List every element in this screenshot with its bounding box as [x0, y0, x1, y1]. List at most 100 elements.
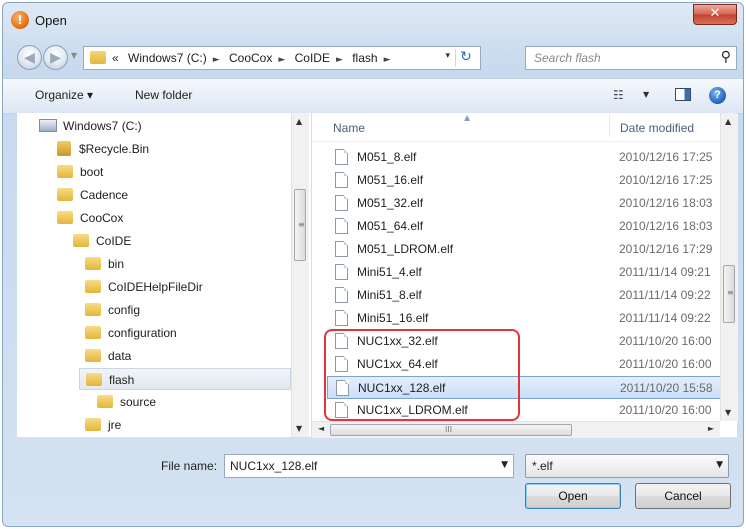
file-row[interactable]: M051_32.elf 2010/12/16 18:03 [327, 192, 722, 215]
tree-item-configuration[interactable]: configuration [85, 322, 177, 344]
tree-item-cadence[interactable]: Cadence [57, 184, 128, 206]
file-row[interactable]: Mini51_4.elf 2011/11/14 09:21 [327, 261, 722, 284]
column-header-name[interactable]: Name [333, 121, 365, 135]
file-name: M051_32.elf [357, 196, 424, 210]
file-row[interactable]: M051_8.elf 2010/12/16 17:25 [327, 146, 722, 169]
tree-item-jre[interactable]: jre [85, 414, 121, 436]
tree-item-source[interactable]: source [97, 391, 156, 413]
file-name: NUC1xx_128.elf [358, 381, 446, 395]
breadcrumb: « Windows7 (C:) ► CooCox ► CoIDE ► flash ► [112, 51, 397, 65]
preview-pane-icon[interactable] [675, 88, 691, 101]
file-row[interactable]: Mini51_16.elf 2011/11/14 09:22 [327, 307, 722, 330]
refresh-icon[interactable]: ↻ [455, 49, 476, 67]
file-name: M051_16.elf [357, 173, 424, 187]
file-icon [335, 264, 348, 280]
file-name-value[interactable]: NUC1xx_128.elf [230, 459, 317, 473]
folder-icon [85, 349, 101, 363]
scroll-down-icon[interactable]: ▼ [725, 408, 731, 417]
tree-item-coide[interactable]: CoIDE [73, 230, 131, 252]
recycle-bin-icon [57, 141, 71, 157]
file-name: Mini51_16.elf [357, 311, 429, 325]
scroll-right-icon[interactable]: ► [708, 424, 714, 433]
scrollbar-thumb[interactable]: III [330, 424, 572, 436]
tree-item-coidehelpfiledir[interactable]: CoIDEHelpFileDir [85, 276, 203, 298]
breadcrumb-item-flash[interactable]: flash [352, 51, 377, 65]
file-list-horizontal-scrollbar[interactable]: ◄ III ► [312, 421, 720, 438]
open-button[interactable]: Open [525, 483, 621, 509]
tree-item-boot[interactable]: boot [57, 161, 103, 183]
file-date: 2010/12/16 18:03 [619, 196, 713, 210]
tree-item-config[interactable]: config [85, 299, 140, 321]
file-list-vertical-scrollbar[interactable]: ▲ ≡ ▼ [720, 113, 738, 421]
address-bar[interactable]: « Windows7 (C:) ► CooCox ► CoIDE ► flash ► ▾… [83, 46, 481, 70]
file-row[interactable]: NUC1xx_LDROM.elf 2011/10/20 16:00 [327, 399, 722, 422]
file-date: 2011/11/14 09:22 [619, 311, 711, 325]
breadcrumb-item-windows7[interactable]: Windows7 (C:) [128, 51, 207, 65]
new-folder-button[interactable]: New folder [135, 88, 192, 102]
close-button[interactable]: ✕ [693, 4, 737, 25]
file-icon [335, 149, 348, 165]
recent-locations-dropdown[interactable]: ▼ [71, 51, 77, 60]
tree-item-label: data [108, 349, 132, 363]
file-name: NUC1xx_32.elf [357, 334, 438, 348]
file-type-select[interactable]: *.elf ▼ [525, 454, 729, 478]
file-icon [335, 402, 348, 418]
breadcrumb-item-coocox[interactable]: CooCox [229, 51, 272, 65]
tree-vertical-scrollbar[interactable]: ▲ ≡ ▼ [291, 113, 309, 437]
breadcrumb-item-coide[interactable]: CoIDE [295, 51, 330, 65]
column-divider[interactable] [609, 115, 610, 137]
file-icon [335, 172, 348, 188]
search-icon[interactable]: ⚲ [721, 49, 731, 65]
cancel-button[interactable]: Cancel [635, 483, 731, 509]
scrollbar-thumb[interactable]: ≡ [294, 189, 306, 261]
scroll-down-icon[interactable]: ▼ [296, 424, 302, 433]
view-dropdown-icon[interactable]: ▼ [643, 90, 649, 99]
file-row[interactable]: M051_64.elf 2010/12/16 18:03 [327, 215, 722, 238]
file-name-input[interactable]: NUC1xx_128.elf ▼ [224, 454, 514, 478]
navigation-pane: Windows7 (C:) $Recycle.Bin boot Cadence … [17, 113, 312, 437]
help-icon[interactable]: ? [709, 87, 726, 104]
scrollbar-thumb[interactable]: ≡ [723, 265, 735, 323]
grip-icon: III [445, 425, 453, 434]
address-dropdown-icon[interactable]: ▾ [445, 51, 450, 61]
file-name-label: File name: [161, 459, 218, 473]
scroll-up-icon[interactable]: ▲ [296, 117, 302, 126]
tree-item-coocox[interactable]: CooCox [57, 207, 123, 229]
file-list: ▲ Name Date modified M051_8.elf 2010/12/1… [312, 113, 738, 438]
breadcrumb-separator-icon[interactable]: ► [278, 55, 285, 65]
organize-button[interactable]: Organize ▾ [35, 88, 93, 102]
file-row[interactable]: Mini51_8.elf 2011/11/14 09:22 [327, 284, 722, 307]
folder-icon [85, 280, 101, 294]
tree-item-data[interactable]: data [85, 345, 131, 367]
file-date: 2011/10/20 15:58 [620, 381, 713, 395]
chevron-down-icon[interactable]: ▼ [501, 460, 508, 470]
file-row[interactable]: M051_16.elf 2010/12/16 17:25 [327, 169, 722, 192]
search-box[interactable]: Search flash ⚲ [525, 46, 737, 70]
file-date: 2011/10/20 16:00 [619, 403, 712, 417]
file-row-selected[interactable]: NUC1xx_128.elf 2011/10/20 15:58 [327, 376, 722, 399]
breadcrumb-overflow-icon[interactable]: « [112, 51, 119, 65]
breadcrumb-separator-icon[interactable]: ► [384, 55, 391, 65]
tree-item-flash[interactable]: flash [79, 368, 291, 390]
back-button[interactable]: ◀ [17, 45, 42, 70]
tree-item-label: Windows7 (C:) [63, 119, 142, 133]
scroll-left-icon[interactable]: ◄ [318, 424, 324, 433]
tree-item-recycle-bin[interactable]: $Recycle.Bin [57, 138, 149, 160]
file-row[interactable]: NUC1xx_64.elf 2011/10/20 16:00 [327, 353, 722, 376]
tree-item-windows7[interactable]: Windows7 (C:) [39, 115, 142, 137]
column-header-date-modified[interactable]: Date modified [620, 121, 694, 135]
forward-button[interactable]: ▶ [43, 45, 68, 70]
file-row[interactable]: NUC1xx_32.elf 2011/10/20 16:00 [327, 330, 722, 353]
file-row[interactable]: M051_LDROM.elf 2010/12/16 17:29 [327, 238, 722, 261]
file-icon [335, 310, 348, 326]
chevron-down-icon[interactable]: ▼ [716, 460, 723, 470]
view-options-icon[interactable]: ☷ [613, 88, 629, 102]
file-date: 2011/11/14 09:21 [619, 265, 711, 279]
dialog-footer: File name: NUC1xx_128.elf ▼ *.elf ▼ Open… [3, 439, 743, 526]
scroll-up-icon[interactable]: ▲ [725, 117, 731, 126]
breadcrumb-separator-icon[interactable]: ► [213, 55, 220, 65]
file-date: 2010/12/16 17:29 [619, 242, 713, 256]
breadcrumb-separator-icon[interactable]: ► [336, 55, 343, 65]
search-input[interactable]: Search flash [534, 51, 601, 65]
tree-item-bin[interactable]: bin [85, 253, 124, 275]
